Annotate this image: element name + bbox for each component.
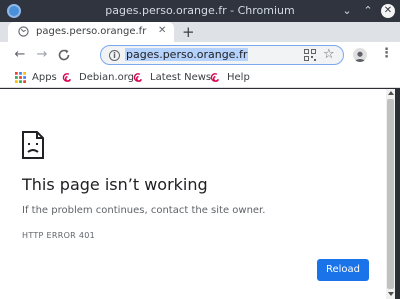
apps-grid-icon: [15, 72, 26, 83]
person-icon: [355, 51, 365, 62]
back-button[interactable]: ←: [12, 47, 28, 63]
browser-toolbar: ← → i pages.perso.orange.fr ☆ ⋮: [0, 42, 400, 68]
minimize-button[interactable]: ⌄: [340, 4, 354, 18]
tab-title: pages.perso.orange.fr: [36, 26, 147, 37]
url-text[interactable]: pages.perso.orange.fr: [125, 48, 249, 61]
debian-swirl-icon: [133, 73, 142, 82]
error-description: If the problem continues, contact the si…: [22, 205, 266, 216]
profile-avatar-icon[interactable]: [353, 48, 367, 62]
bookmark-label: Latest News: [150, 72, 212, 83]
error-code: HTTP ERROR 401: [22, 231, 96, 240]
bookmark-star-icon[interactable]: ☆: [323, 47, 335, 62]
vertical-scrollbar[interactable]: [386, 89, 395, 299]
kebab-menu-icon[interactable]: ⋮: [380, 47, 393, 61]
site-info-icon[interactable]: i: [109, 50, 120, 61]
scroll-thumb[interactable]: [387, 99, 394, 289]
forward-button[interactable]: →: [34, 47, 50, 63]
bookmarks-bar: Apps Debian.org Latest News Help: [0, 68, 400, 88]
close-window-button[interactable]: ✕: [381, 4, 395, 18]
scroll-down-arrow-icon[interactable]: [388, 292, 394, 296]
qr-code-icon[interactable]: [304, 49, 316, 61]
tab-strip: pages.perso.orange.fr ✕ +: [0, 22, 400, 42]
reload-icon[interactable]: [56, 47, 72, 63]
window-border: [395, 89, 400, 299]
bookmark-label: Help: [227, 72, 250, 83]
address-bar[interactable]: i pages.perso.orange.fr ☆: [100, 45, 344, 65]
scroll-up-arrow-icon[interactable]: [388, 91, 394, 95]
debian-swirl-icon: [62, 73, 71, 82]
new-tab-button[interactable]: +: [182, 23, 195, 41]
globe-icon: [18, 26, 29, 37]
debian-swirl-icon: [210, 73, 219, 82]
tab-active[interactable]: pages.perso.orange.fr ✕: [8, 22, 174, 42]
error-title: This page isn’t working: [22, 175, 208, 194]
bookmark-label: Apps: [32, 72, 57, 83]
tab-close-icon[interactable]: ✕: [158, 25, 166, 36]
sad-page-icon: [22, 131, 44, 159]
reload-button[interactable]: Reload: [317, 259, 369, 281]
maximize-button[interactable]: ⌃: [361, 4, 375, 18]
window-titlebar: pages.perso.orange.fr - Chromium ⌄ ⌃ ✕: [0, 0, 400, 22]
bookmark-label: Debian.org: [79, 72, 135, 83]
page-content: This page isn’t working If the problem c…: [0, 89, 386, 299]
